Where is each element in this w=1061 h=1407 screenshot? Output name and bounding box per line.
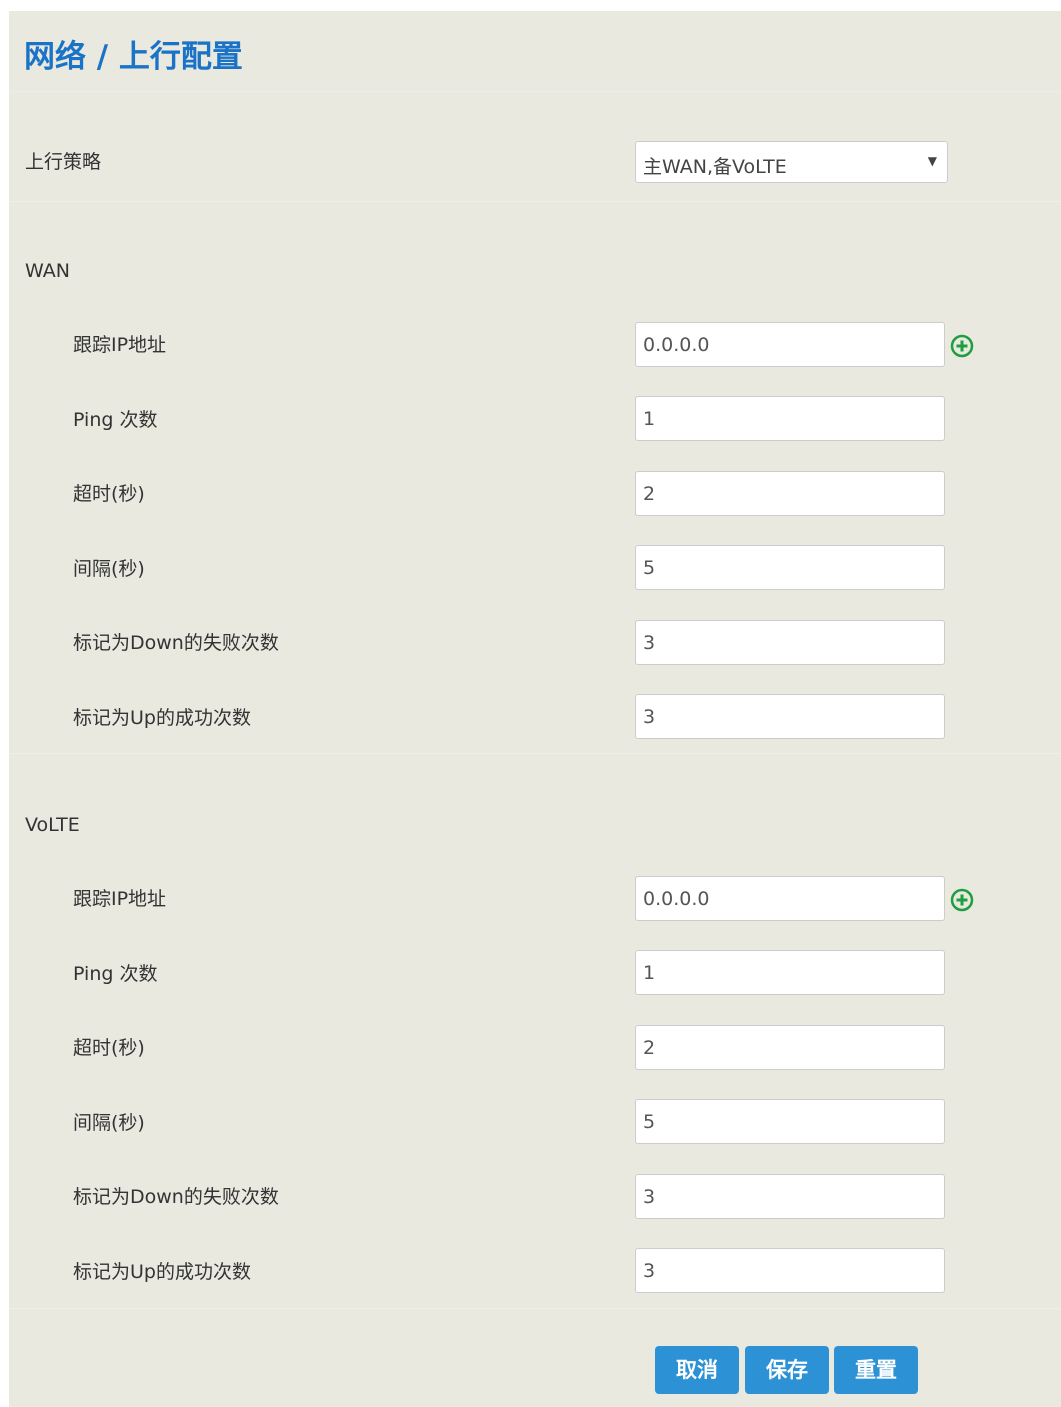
wan-ping-count-label: Ping 次数 xyxy=(73,409,158,431)
wan-timeout-label: 超时(秒) xyxy=(73,483,145,505)
volte-track-ip-input[interactable] xyxy=(635,876,945,921)
wan-up-success-label: 标记为Up的成功次数 xyxy=(73,707,251,729)
page-title: 网络 / 上行配置 xyxy=(24,39,243,75)
wan-ping-count-input[interactable] xyxy=(635,396,945,441)
wan-interval-label: 间隔(秒) xyxy=(73,558,145,580)
plus-circle-icon[interactable] xyxy=(949,887,975,913)
cancel-button[interactable]: 取消 xyxy=(655,1346,739,1394)
wan-up-success-input[interactable] xyxy=(635,694,945,739)
policy-select[interactable]: 主WAN,备VoLTE ▼ xyxy=(635,141,948,183)
volte-interval-input[interactable] xyxy=(635,1099,945,1144)
wan-down-fail-input[interactable] xyxy=(635,620,945,665)
wan-track-ip-input[interactable] xyxy=(635,322,945,367)
wan-section-title: WAN xyxy=(25,260,70,282)
divider xyxy=(9,753,1061,754)
wan-down-fail-label: 标记为Down的失败次数 xyxy=(73,632,279,654)
plus-circle-icon[interactable] xyxy=(949,333,975,359)
caret-down-icon: ▼ xyxy=(927,154,937,168)
save-button[interactable]: 保存 xyxy=(745,1346,829,1394)
volte-interval-label: 间隔(秒) xyxy=(73,1112,145,1134)
wan-timeout-input[interactable] xyxy=(635,471,945,516)
volte-track-ip-label: 跟踪IP地址 xyxy=(73,888,167,910)
volte-ping-count-input[interactable] xyxy=(635,950,945,995)
volte-down-fail-input[interactable] xyxy=(635,1174,945,1219)
wan-track-ip-label: 跟踪IP地址 xyxy=(73,334,167,356)
wan-interval-input[interactable] xyxy=(635,545,945,590)
divider xyxy=(9,1308,1061,1309)
divider xyxy=(9,201,1061,202)
policy-selected-value: 主WAN,备VoLTE xyxy=(643,156,787,178)
volte-timeout-label: 超时(秒) xyxy=(73,1037,145,1059)
volte-up-success-label: 标记为Up的成功次数 xyxy=(73,1261,251,1283)
reset-button[interactable]: 重置 xyxy=(834,1346,918,1394)
page-header: 网络 / 上行配置 xyxy=(9,11,1061,92)
volte-ping-count-label: Ping 次数 xyxy=(73,963,158,985)
volte-section-title: VoLTE xyxy=(25,814,80,836)
config-panel: 网络 / 上行配置 上行策略 主WAN,备VoLTE ▼ WAN 跟踪IP地址 … xyxy=(9,11,1061,1407)
volte-up-success-input[interactable] xyxy=(635,1248,945,1293)
volte-timeout-input[interactable] xyxy=(635,1025,945,1070)
volte-down-fail-label: 标记为Down的失败次数 xyxy=(73,1186,279,1208)
policy-label: 上行策略 xyxy=(25,151,102,173)
